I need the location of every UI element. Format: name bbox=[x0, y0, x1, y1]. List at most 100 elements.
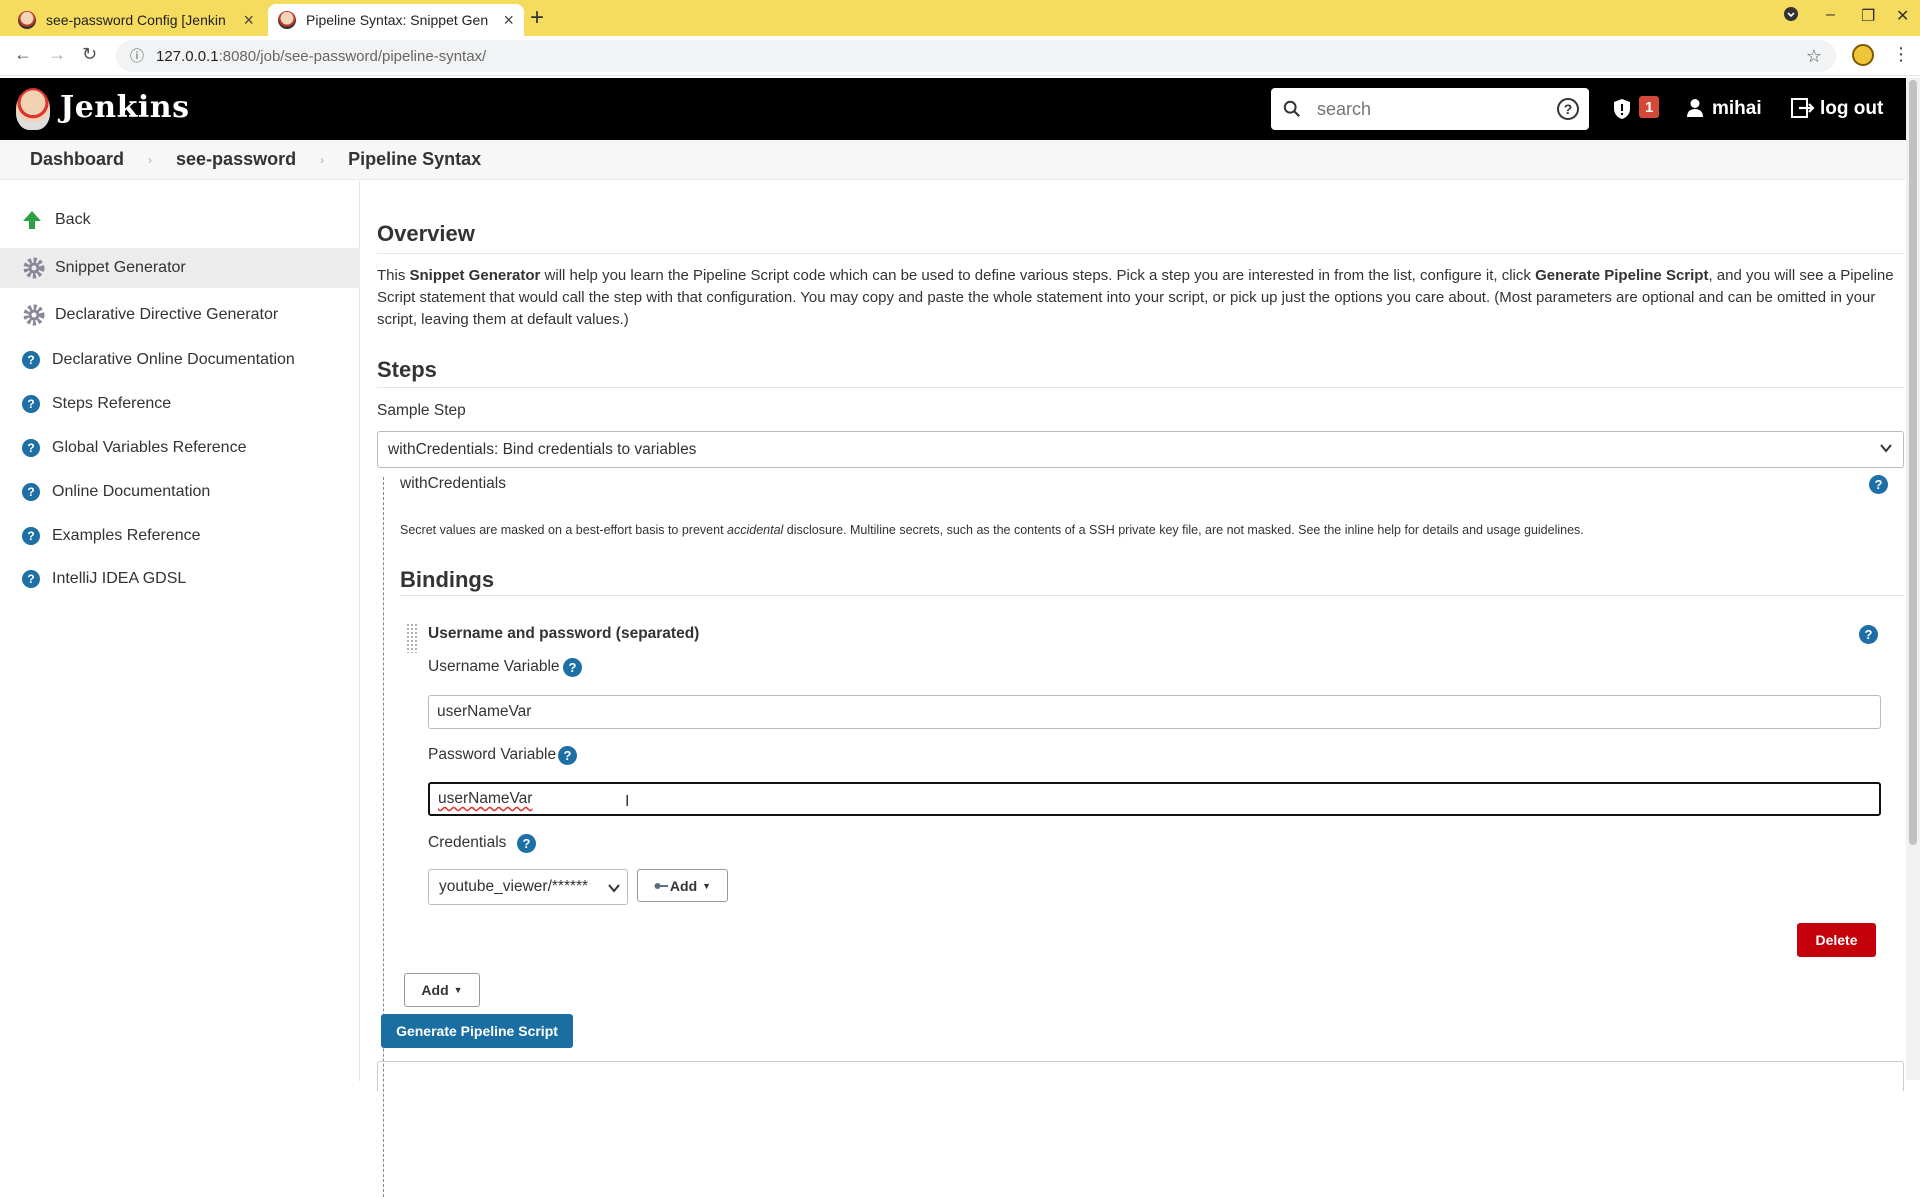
browser-menu-icon[interactable]: ⋮ bbox=[1892, 44, 1910, 65]
sidebar-item-label: Online Documentation bbox=[52, 483, 211, 500]
logout-link[interactable]: log out bbox=[1820, 98, 1883, 120]
breadcrumb-separator-icon: › bbox=[148, 152, 153, 167]
bookmark-star-icon[interactable]: ☆ bbox=[1806, 46, 1822, 67]
credentials-label: Credentials bbox=[428, 834, 507, 851]
breadcrumb-pipeline-syntax[interactable]: Pipeline Syntax bbox=[348, 149, 481, 170]
sidebar-item-snippet-generator[interactable]: Snippet Generator bbox=[0, 248, 360, 288]
app-title[interactable]: Jenkins bbox=[60, 90, 189, 125]
step-name: withCredentials bbox=[400, 475, 506, 492]
jenkins-favicon-icon bbox=[278, 11, 296, 29]
browser-tab-config[interactable]: see-password Config [Jenkin × bbox=[8, 4, 264, 36]
help-icon: ? bbox=[22, 351, 40, 369]
help-icon[interactable]: ? bbox=[563, 658, 582, 677]
add-credential-button[interactable]: Add ▼ bbox=[637, 869, 728, 902]
bindings-heading: Bindings bbox=[400, 567, 495, 592]
breadcrumb-dashboard[interactable]: Dashboard bbox=[30, 149, 124, 170]
gear-icon bbox=[22, 256, 46, 280]
add-binding-button[interactable]: Add ▼ bbox=[404, 973, 480, 1007]
gear-icon bbox=[22, 303, 46, 327]
main-content: Overview This Snippet Generator will hel… bbox=[362, 181, 1906, 1197]
text-cursor-icon: I bbox=[625, 793, 630, 810]
help-icon[interactable]: ? bbox=[1869, 475, 1888, 494]
add-credential-label: Add bbox=[669, 877, 698, 894]
sidebar-item-examples-reference[interactable]: ? Examples Reference bbox=[0, 516, 360, 556]
site-info-icon[interactable]: ⓘ bbox=[130, 46, 144, 66]
sidebar-item-online-documentation[interactable]: ? Online Documentation bbox=[0, 472, 360, 512]
minimize-icon[interactable]: – bbox=[1826, 6, 1835, 24]
help-icon: ? bbox=[22, 570, 40, 588]
browser-tab-pipeline-syntax[interactable]: Pipeline Syntax: Snippet Gen × bbox=[268, 4, 524, 36]
user-icon[interactable] bbox=[1686, 98, 1704, 123]
sidebar-item-label: Back bbox=[55, 211, 91, 228]
credentials-value: youtube_viewer/****** bbox=[439, 878, 589, 895]
sidebar-item-label: Declarative Online Documentation bbox=[52, 351, 295, 368]
security-shield-icon[interactable] bbox=[1613, 98, 1631, 125]
sidebar-item-steps-reference[interactable]: ? Steps Reference bbox=[0, 384, 360, 424]
username-variable-label: Username Variable bbox=[428, 658, 560, 675]
drag-handle-icon[interactable] bbox=[406, 623, 418, 653]
overview-heading: Overview bbox=[377, 221, 475, 246]
credentials-select[interactable]: youtube_viewer/****** bbox=[428, 869, 628, 905]
sample-step-select[interactable]: withCredentials: Bind credentials to var… bbox=[377, 431, 1904, 468]
password-variable-value: userNameVar bbox=[438, 790, 533, 807]
search-input[interactable] bbox=[1315, 97, 1535, 121]
sidebar-item-intellij-gdsl[interactable]: ? IntelliJ IDEA GDSL bbox=[0, 559, 360, 599]
help-icon: ? bbox=[22, 439, 40, 457]
browser-toolbar: ← → ↻ ⓘ 127.0.0.1:8080/job/see-password/… bbox=[0, 36, 1920, 76]
password-variable-label: Password Variable bbox=[428, 746, 557, 763]
jenkins-logo-icon[interactable] bbox=[16, 88, 50, 130]
caret-down-icon: ▼ bbox=[702, 880, 712, 891]
scrollbar-thumb[interactable] bbox=[1909, 80, 1917, 845]
up-arrow-icon bbox=[22, 210, 42, 230]
search-icon bbox=[1283, 100, 1300, 117]
binding-title: Username and password (separated) bbox=[428, 625, 700, 642]
breadcrumb-job[interactable]: see-password bbox=[176, 149, 296, 170]
sample-step-label: Sample Step bbox=[377, 402, 466, 419]
address-bar[interactable]: ⓘ 127.0.0.1:8080/job/see-password/pipeli… bbox=[116, 40, 1836, 72]
help-icon: ? bbox=[22, 483, 40, 501]
sidebar-item-global-variables-reference[interactable]: ? Global Variables Reference bbox=[0, 428, 360, 468]
tab-close-icon[interactable]: × bbox=[503, 10, 514, 31]
help-icon[interactable]: ? bbox=[558, 746, 577, 765]
generated-script-output[interactable] bbox=[377, 1061, 1904, 1091]
divider bbox=[377, 387, 1904, 388]
sidebar-item-label: Steps Reference bbox=[52, 395, 172, 412]
sidebar-item-declarative-directive-generator[interactable]: Declarative Directive Generator bbox=[0, 295, 360, 335]
extension-icon[interactable] bbox=[1852, 44, 1874, 66]
password-variable-input[interactable]: userNameVar I bbox=[428, 782, 1881, 816]
sidebar-item-declarative-online-docs[interactable]: ? Declarative Online Documentation bbox=[0, 340, 360, 380]
sidebar-item-back[interactable]: Back bbox=[0, 200, 360, 240]
close-window-icon[interactable]: ✕ bbox=[1896, 6, 1909, 26]
help-icon[interactable]: ? bbox=[1859, 625, 1878, 644]
help-icon: ? bbox=[22, 395, 40, 413]
search-help-icon[interactable]: ? bbox=[1557, 98, 1579, 120]
tab-title: see-password Config [Jenkin bbox=[46, 12, 226, 28]
url-host: 127.0.0.1 bbox=[156, 47, 219, 65]
user-name-link[interactable]: mihai bbox=[1712, 98, 1762, 120]
sidebar-item-label: Global Variables Reference bbox=[52, 439, 247, 456]
sidebar: Back Snippet Generator Declarative Direc… bbox=[0, 181, 360, 1081]
generate-pipeline-script-button[interactable]: Generate Pipeline Script bbox=[381, 1014, 573, 1048]
help-icon[interactable]: ? bbox=[517, 834, 536, 853]
sidebar-item-label: Examples Reference bbox=[52, 527, 201, 544]
delete-binding-button[interactable]: Delete bbox=[1797, 923, 1876, 957]
tab-close-icon[interactable]: × bbox=[243, 10, 254, 31]
jenkins-header: Jenkins ? 1 mihai log out bbox=[0, 78, 1906, 140]
new-tab-icon[interactable]: + bbox=[530, 4, 544, 32]
tab-search-icon[interactable] bbox=[1783, 6, 1799, 27]
sidebar-item-label: Snippet Generator bbox=[55, 259, 186, 276]
username-variable-input[interactable] bbox=[428, 695, 1881, 729]
forward-nav-icon[interactable]: → bbox=[48, 44, 66, 65]
masking-note: Secret values are masked on a best-effor… bbox=[400, 523, 1584, 537]
overview-text: This Snippet Generator will help you lea… bbox=[377, 267, 1894, 328]
caret-down-icon: ▼ bbox=[453, 985, 463, 995]
logout-icon[interactable] bbox=[1791, 98, 1815, 123]
security-count-badge[interactable]: 1 bbox=[1639, 96, 1660, 118]
sample-step-value: withCredentials: Bind credentials to var… bbox=[388, 440, 697, 458]
search-box[interactable]: ? bbox=[1271, 88, 1589, 130]
maximize-icon[interactable]: ❐ bbox=[1861, 6, 1875, 26]
sidebar-item-label: Declarative Directive Generator bbox=[55, 306, 279, 323]
back-nav-icon[interactable]: ← bbox=[14, 44, 32, 65]
reload-icon[interactable]: ↻ bbox=[82, 44, 97, 65]
divider bbox=[377, 253, 1904, 254]
